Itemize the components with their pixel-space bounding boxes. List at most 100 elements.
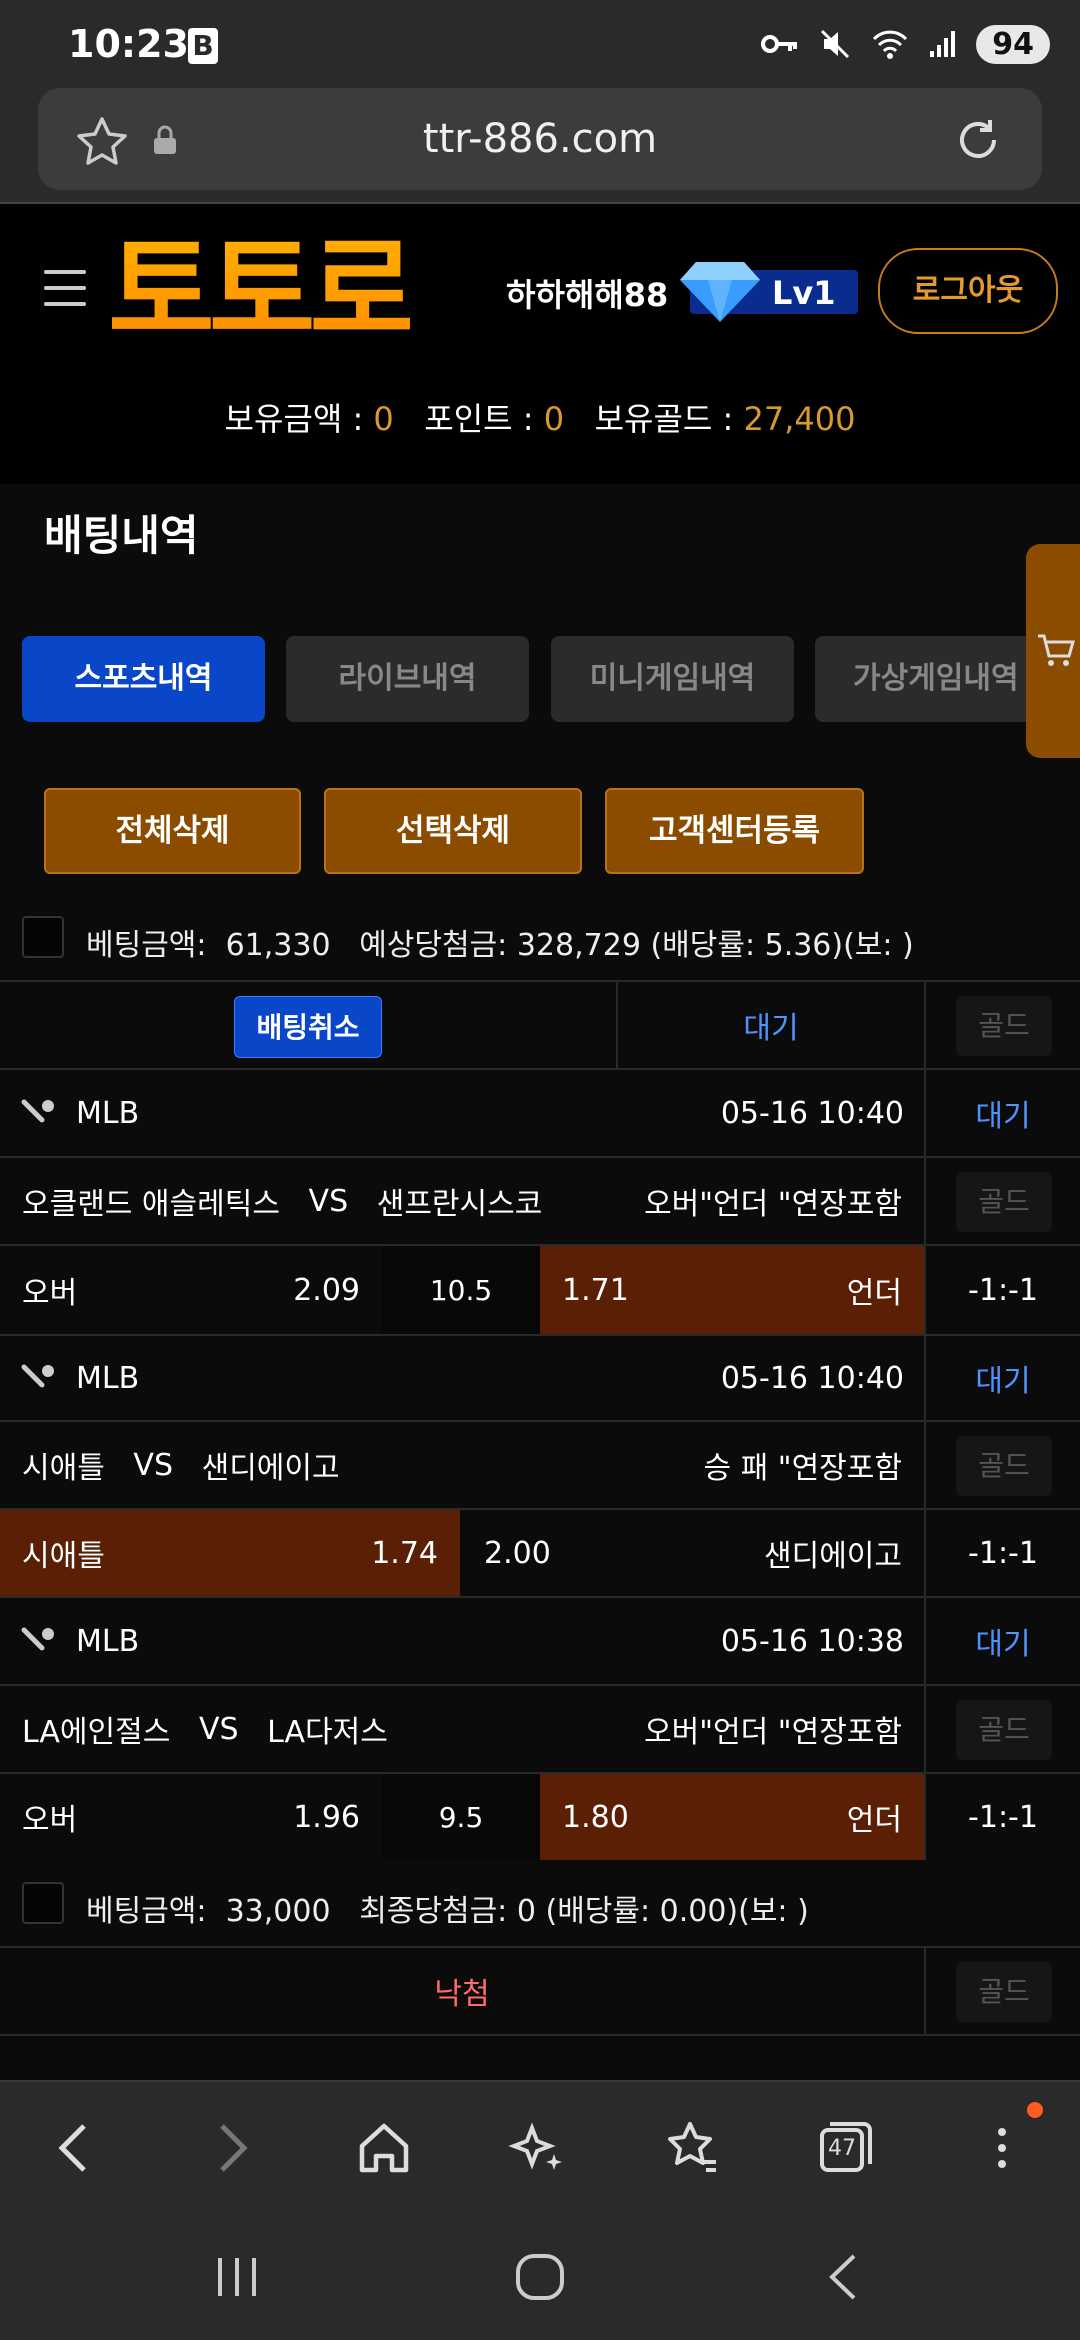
right-odds: 1.80 bbox=[562, 1799, 629, 1835]
bet-status: 대기 bbox=[743, 1011, 799, 1046]
logout-button[interactable]: 로그아웃 bbox=[878, 248, 1058, 334]
money-value: 0 bbox=[373, 400, 394, 438]
tab-sports[interactable]: 스포츠내역 bbox=[22, 636, 265, 722]
left-pick-selected[interactable]: 시애틀 1.74 bbox=[0, 1510, 460, 1596]
recent-apps-icon[interactable] bbox=[212, 2252, 262, 2302]
diamond-icon bbox=[680, 262, 760, 322]
bet-checkbox[interactable] bbox=[22, 916, 64, 958]
balance-summary: 보유금액 : 0 포인트 : 0 보유골드 : 27,400 bbox=[0, 394, 1080, 440]
right-odds: 2.00 bbox=[484, 1535, 551, 1571]
url-text: ttr-886.com bbox=[422, 116, 658, 162]
game-status: 대기 bbox=[975, 1627, 1031, 1662]
signal-icon bbox=[930, 31, 956, 57]
left-pick[interactable]: 오버 2.09 bbox=[0, 1246, 382, 1334]
browser-toolbar: ttr-886.com bbox=[0, 88, 1080, 204]
league-name: MLB bbox=[76, 1360, 140, 1396]
back-icon[interactable] bbox=[46, 2118, 106, 2178]
bet-status-row: 배팅취소 대기 골드 bbox=[0, 980, 1080, 1068]
teams-line: LA에인절스 VS LA다저스 bbox=[22, 1686, 388, 1772]
gold-button[interactable]: 골드 bbox=[956, 1172, 1052, 1232]
notification-dot bbox=[1027, 2102, 1043, 2118]
bet-summary: 베팅금액: 61,330 예상당첨금: 328,729 (배당률: 5.36)(… bbox=[86, 920, 914, 964]
sparkle-icon[interactable] bbox=[508, 2118, 568, 2178]
teams-line: 시애틀 VS 샌디에이고 bbox=[22, 1422, 340, 1508]
game-score: -1:-1 bbox=[968, 1535, 1038, 1571]
gold-button[interactable]: 골드 bbox=[956, 1962, 1052, 2022]
win-label: 최종당첨금: bbox=[359, 1894, 508, 1929]
market-type: 승 패 "연장포함 bbox=[703, 1451, 902, 1486]
tab-virtual[interactable]: 가상게임내역 bbox=[815, 636, 1035, 722]
battery-level: 94 bbox=[976, 24, 1050, 64]
amount-label: 베팅금액: bbox=[86, 1894, 207, 1929]
address-bar[interactable]: ttr-886.com bbox=[38, 88, 1042, 190]
key-icon bbox=[761, 35, 798, 53]
game-status: 대기 bbox=[975, 1364, 1031, 1399]
menu-icon[interactable] bbox=[44, 270, 86, 310]
right-label: 언더 bbox=[846, 1803, 902, 1838]
bookmarks-icon[interactable] bbox=[662, 2118, 722, 2178]
tabs-button[interactable]: 47 bbox=[816, 2118, 876, 2178]
level-text: Lv1 bbox=[772, 274, 836, 312]
cancel-bet-button[interactable]: 배팅취소 bbox=[234, 996, 382, 1058]
baseball-icon bbox=[21, 1099, 54, 1123]
amount-label: 베팅금액: bbox=[86, 928, 207, 963]
home-nav-icon[interactable] bbox=[514, 2252, 566, 2302]
odds-text: (배당률: 0.00)(보: ) bbox=[545, 1894, 809, 1929]
left-label: 시애틀 bbox=[22, 1539, 105, 1574]
page-title: 배팅내역 bbox=[44, 511, 199, 560]
gold-value: 27,400 bbox=[743, 400, 856, 438]
game-datetime: 05-16 10:38 bbox=[720, 1623, 904, 1659]
left-odds: 1.74 bbox=[371, 1535, 438, 1571]
home-team: 오클랜드 애슬레틱스 bbox=[22, 1187, 280, 1222]
game-score: -1:-1 bbox=[968, 1272, 1038, 1308]
home-icon[interactable] bbox=[354, 2118, 414, 2178]
cart-icon bbox=[1038, 634, 1075, 666]
right-label: 샌디에이고 bbox=[764, 1539, 902, 1574]
bet-summary: 베팅금액: 33,000 최종당첨금: 0 (배당률: 0.00)(보: ) bbox=[86, 1886, 809, 1930]
reload-icon[interactable] bbox=[952, 114, 1004, 166]
delete-selected-button[interactable]: 선택삭제 bbox=[324, 788, 582, 874]
money-label: 보유금액 : bbox=[224, 400, 364, 438]
gold-button[interactable]: 골드 bbox=[956, 1436, 1052, 1496]
status-bar: 10:23 B 94 bbox=[0, 0, 1080, 88]
handicap-value: 10.5 bbox=[382, 1246, 540, 1334]
right-pick[interactable]: 2.00 샌디에이고 bbox=[460, 1510, 924, 1596]
win-label: 예상당첨금: bbox=[359, 928, 508, 963]
delete-all-button[interactable]: 전체삭제 bbox=[44, 788, 301, 874]
away-team: 샌디에이고 bbox=[201, 1451, 340, 1486]
gold-button[interactable]: 골드 bbox=[956, 1700, 1052, 1760]
handicap-value: 9.5 bbox=[382, 1774, 540, 1860]
b-app-icon: B bbox=[188, 28, 218, 64]
tab-live[interactable]: 라이브내역 bbox=[286, 636, 529, 722]
tab-minigame[interactable]: 미니게임내역 bbox=[551, 636, 794, 722]
point-label: 포인트 : bbox=[424, 400, 534, 438]
bet-status-row: 낙첨 골드 bbox=[0, 1946, 1080, 2036]
left-label: 오버 bbox=[22, 1803, 78, 1838]
game-teams-row: LA에인절스 VS LA다저스 오버"언더 "연장포함 골드 bbox=[0, 1684, 1080, 1772]
bet-checkbox[interactable] bbox=[22, 1882, 64, 1924]
clock: 10:23 bbox=[68, 22, 189, 66]
register-cs-button[interactable]: 고객센터등록 bbox=[605, 788, 864, 874]
username: 하하해해88 bbox=[506, 276, 669, 314]
site-logo[interactable]: 토토로 bbox=[108, 228, 416, 356]
teams-line: 오클랜드 애슬레틱스 VS 샌프란시스코 bbox=[22, 1158, 542, 1244]
forward-icon[interactable] bbox=[200, 2118, 260, 2178]
vs-label: VS bbox=[308, 1183, 349, 1219]
odds-row: 시애틀 1.74 2.00 샌디에이고 -1:-1 bbox=[0, 1508, 1080, 1596]
mute-icon bbox=[821, 29, 850, 59]
back-nav-icon[interactable] bbox=[822, 2252, 862, 2302]
left-odds: 2.09 bbox=[293, 1272, 360, 1308]
left-pick[interactable]: 오버 1.96 bbox=[0, 1774, 382, 1860]
amount-value: 33,000 bbox=[225, 1894, 331, 1929]
tab-count: 47 bbox=[828, 2136, 856, 2161]
league-name: MLB bbox=[76, 1095, 140, 1131]
cart-panel-toggle[interactable] bbox=[1026, 544, 1080, 758]
right-pick-selected[interactable]: 1.80 언더 bbox=[540, 1774, 924, 1860]
game-datetime: 05-16 10:40 bbox=[720, 1095, 904, 1131]
right-pick-selected[interactable]: 1.71 언더 bbox=[540, 1246, 924, 1334]
amount-value: 61,330 bbox=[225, 928, 331, 963]
game-teams-row: 오클랜드 애슬레틱스 VS 샌프란시스코 오버"언더 "연장포함 골드 bbox=[0, 1156, 1080, 1244]
game-header-row: MLB 05-16 10:40 대기 bbox=[0, 1068, 1080, 1156]
gold-button[interactable]: 골드 bbox=[956, 996, 1052, 1056]
more-menu-icon[interactable] bbox=[972, 2118, 1032, 2178]
